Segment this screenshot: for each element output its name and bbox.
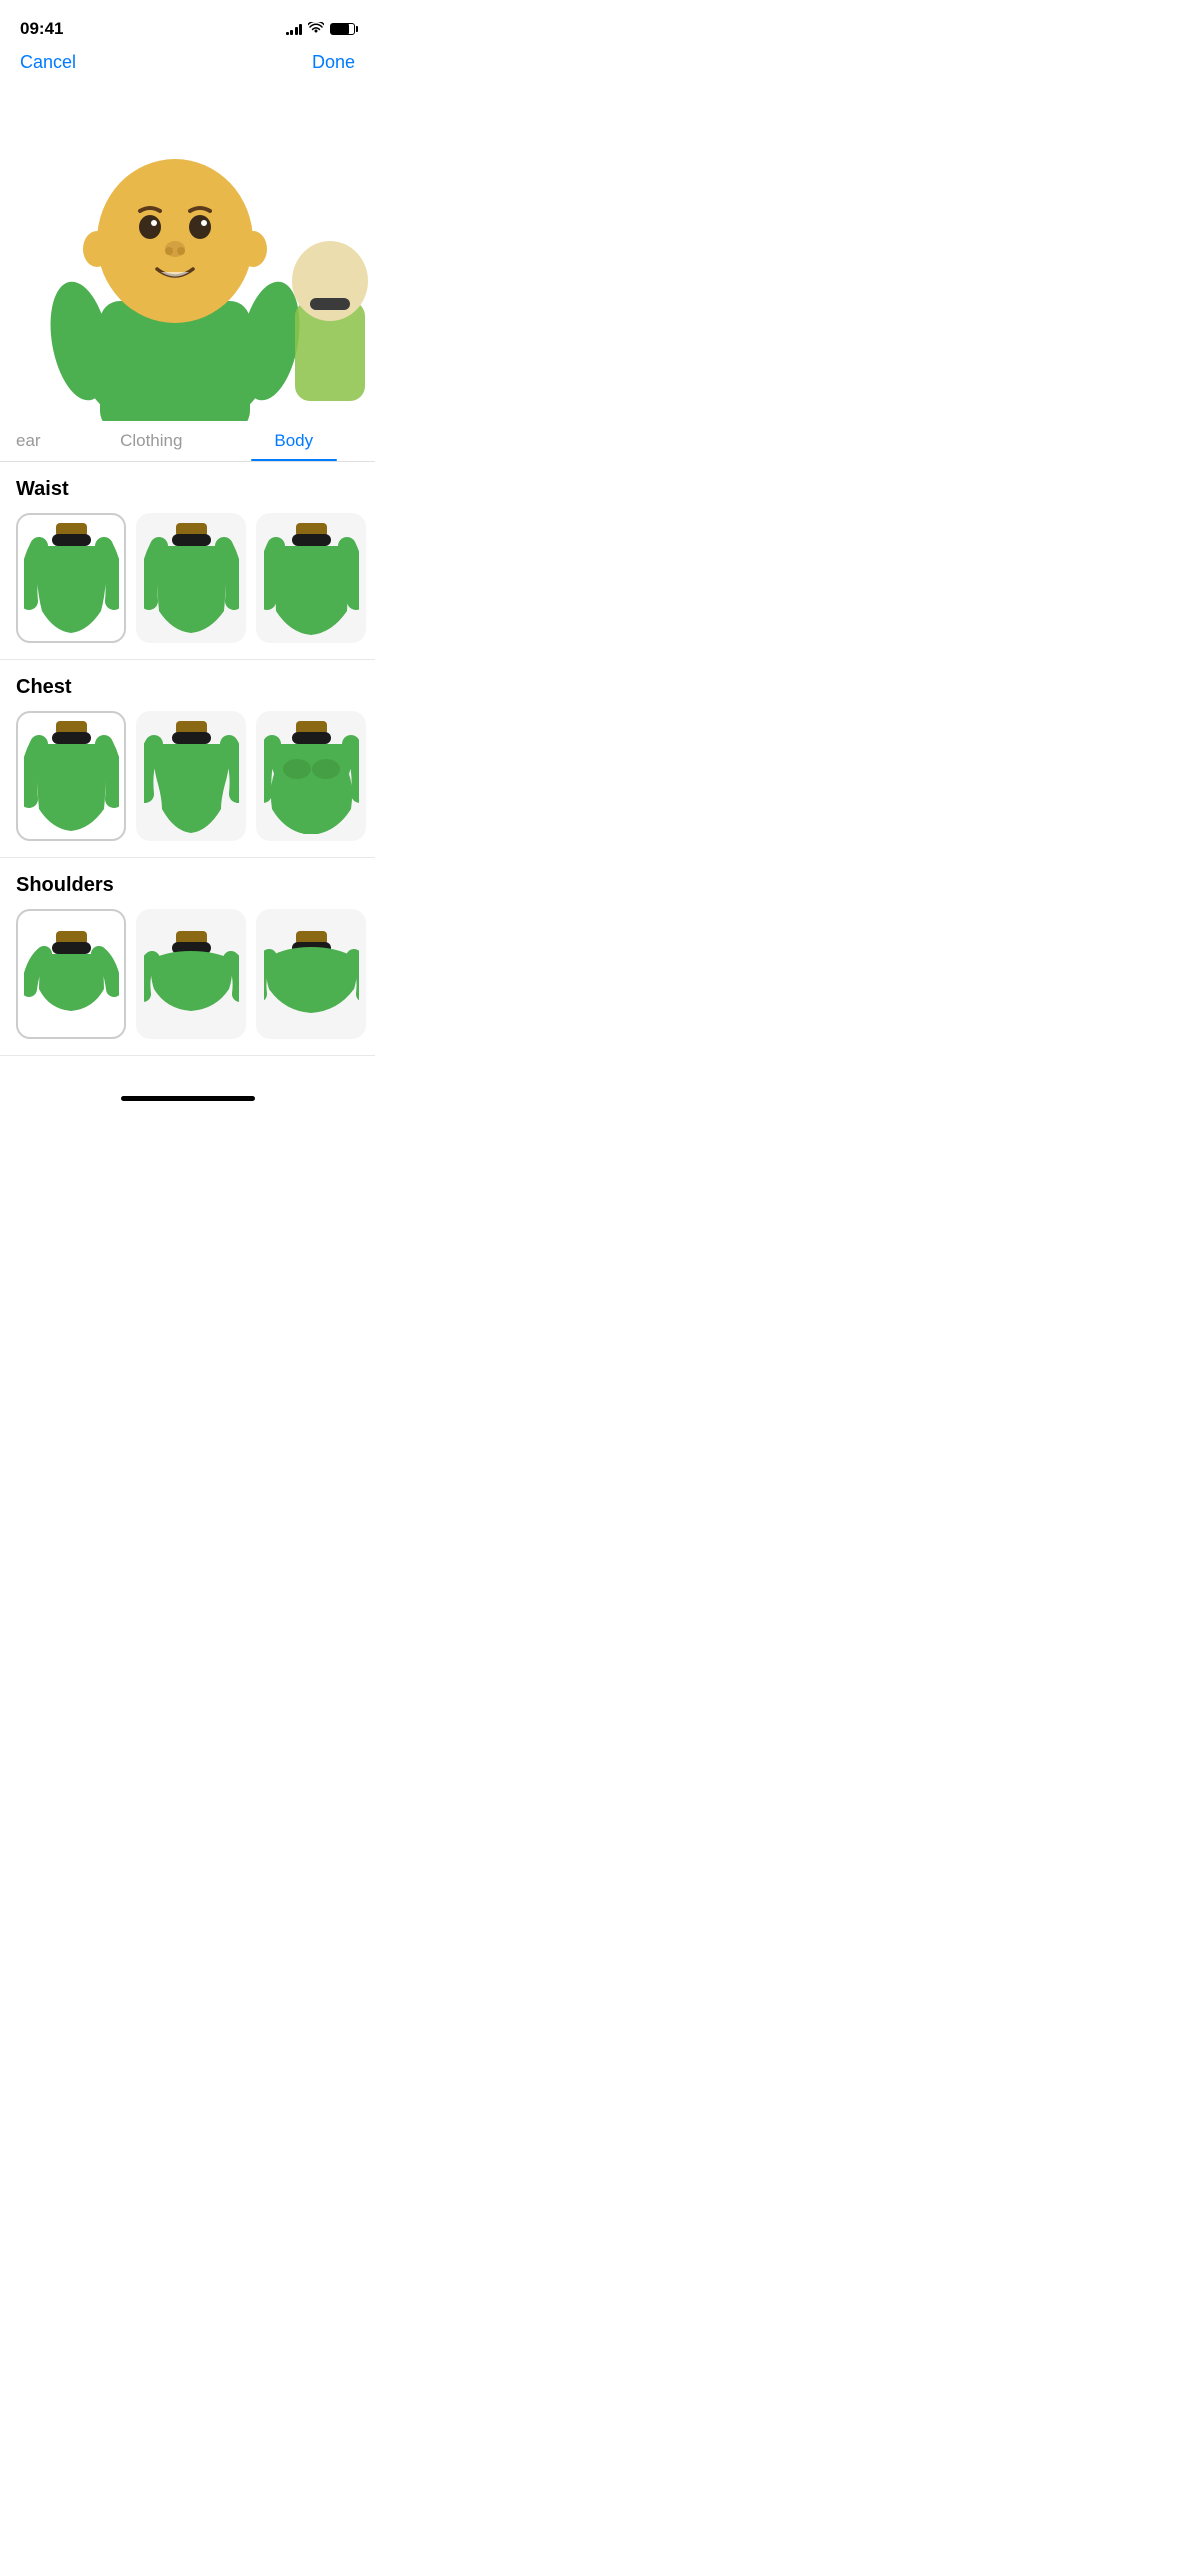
chest-options-row (0, 711, 375, 857)
shoulders-option-3[interactable] (256, 909, 366, 1039)
section-chest: Chest (0, 660, 375, 858)
status-bar: 09:41 (0, 0, 375, 44)
avatar-main (45, 111, 305, 421)
tab-body[interactable]: Body (223, 421, 366, 461)
waist-option-3[interactable] (256, 513, 366, 643)
chest-option-3[interactable] (256, 711, 366, 841)
tab-bar: ear Clothing Body (0, 421, 375, 462)
shoulders-option-2[interactable] (136, 909, 246, 1039)
section-waist: Waist (0, 462, 375, 660)
content-area: Waist (0, 462, 375, 1086)
avatar-side (280, 201, 375, 401)
section-shoulders-title: Shoulders (0, 874, 375, 909)
tab-headwear[interactable]: ear (10, 421, 80, 461)
cancel-button[interactable]: Cancel (20, 52, 76, 73)
section-chest-title: Chest (0, 676, 375, 711)
signal-icon (286, 23, 303, 35)
waist-option-1[interactable] (16, 513, 126, 643)
shoulders-option-1[interactable] (16, 909, 126, 1039)
chest-option-1[interactable] (16, 711, 126, 841)
nav-bar: Cancel Done (0, 44, 375, 81)
waist-option-2[interactable] (136, 513, 246, 643)
status-icons (286, 21, 356, 37)
battery-icon (330, 23, 355, 35)
shoulders-options-row (0, 909, 375, 1055)
section-shoulders: Shoulders (0, 858, 375, 1056)
tab-clothing[interactable]: Clothing (80, 421, 223, 461)
wifi-icon (308, 21, 324, 37)
status-time: 09:41 (20, 19, 63, 39)
waist-options-row (0, 513, 375, 659)
section-waist-title: Waist (0, 478, 375, 513)
avatar-preview (0, 81, 375, 421)
chest-option-2[interactable] (136, 711, 246, 841)
home-indicator (121, 1096, 255, 1101)
done-button[interactable]: Done (312, 52, 355, 73)
